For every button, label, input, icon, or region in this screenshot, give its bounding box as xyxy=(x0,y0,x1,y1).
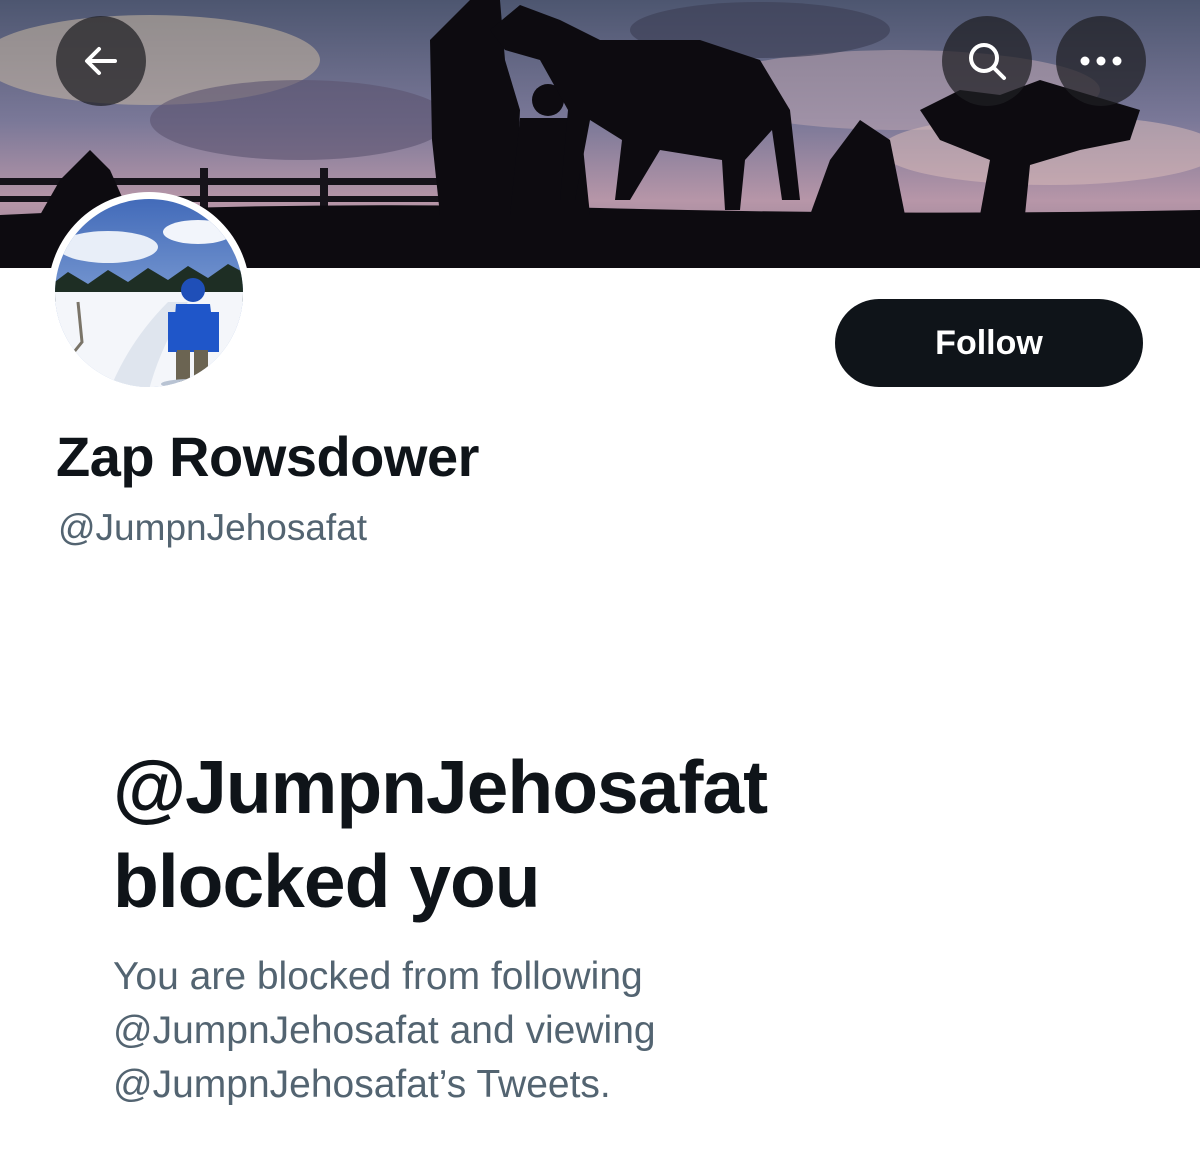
more-button[interactable] xyxy=(1056,16,1146,106)
search-icon xyxy=(969,43,1006,80)
avatar[interactable] xyxy=(48,192,250,394)
more-horizontal-icon xyxy=(1080,56,1122,66)
arrow-left-icon xyxy=(85,47,117,75)
search-button[interactable] xyxy=(942,16,1032,106)
blocked-title: @JumpnJehosafat blocked you xyxy=(113,745,768,923)
profile-display-name: Zap Rowsdower xyxy=(56,425,479,488)
blocked-description: You are blocked from following @JumpnJeh… xyxy=(113,955,656,1106)
avatar-image xyxy=(55,199,243,387)
follow-button[interactable]: Follow xyxy=(835,299,1143,387)
back-button[interactable] xyxy=(56,16,146,106)
profile-handle: @JumpnJehosafat xyxy=(58,507,368,548)
